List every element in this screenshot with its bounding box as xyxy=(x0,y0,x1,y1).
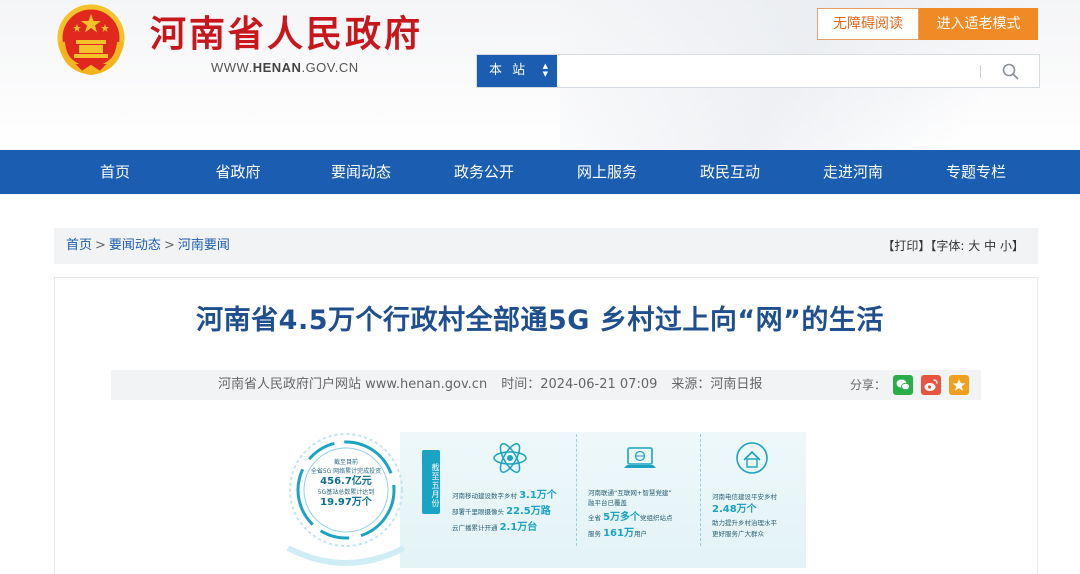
font-large-button[interactable]: 大 xyxy=(968,239,980,253)
stat-text: 部署千里眼摄像头 xyxy=(452,508,504,516)
time-label: 时间： xyxy=(501,377,541,392)
domain-prefix: WWW. xyxy=(211,60,253,75)
font-size-close: 】 xyxy=(1011,239,1024,253)
font-small-button[interactable]: 小 xyxy=(1000,239,1012,253)
stat-value: 2.48万个 xyxy=(712,504,757,515)
stat-text: 党组织站点 xyxy=(640,514,673,522)
stat-line: 部署千里眼摄像头 22.5万路 xyxy=(452,506,551,518)
stat-text: 河南移动建设数字乡村 xyxy=(452,492,517,500)
domain-suffix: .GOV.CN xyxy=(301,60,359,75)
origin-label: 来源： xyxy=(671,377,711,392)
nav-item-online-services[interactable]: 网上服务 xyxy=(557,150,657,194)
breadcrumb-separator: > xyxy=(163,238,175,253)
weibo-icon[interactable] xyxy=(921,375,941,395)
breadcrumb-home[interactable]: 首页 xyxy=(66,238,92,253)
article-infographic: 截至目前 全省5G 网络累计完成投资 456.7亿元 5G基站总数累计达到 19… xyxy=(280,428,806,574)
stat-text: 服务 xyxy=(588,530,601,538)
stat-text: 全省 xyxy=(588,514,601,522)
stat-value: 22.5万路 xyxy=(506,506,551,517)
ring-value-investment: 456.7亿元 xyxy=(320,476,372,487)
ring-line2: 全省5G 网络累计完成投资 xyxy=(310,468,382,475)
stat-line: 河南电信建设平安乡村 xyxy=(712,493,777,501)
breadcrumb-henan-news[interactable]: 河南要闻 xyxy=(178,238,230,253)
stats-column-unicom: 河南联通“互联网+智慧党建” 融平台已覆盖 全省 5万多个党组织站点 服务 16… xyxy=(588,432,698,568)
share-label: 分享： xyxy=(850,378,887,392)
font-size-label: 【字体: xyxy=(930,239,965,253)
search-icon[interactable] xyxy=(1000,61,1022,83)
nav-item-special-topics[interactable]: 专题专栏 xyxy=(926,150,1026,194)
ring-line1: 截至目前 xyxy=(333,459,358,466)
nav-item-interaction[interactable]: 政民互动 xyxy=(680,150,780,194)
stat-value: 161万 xyxy=(603,528,634,539)
site-title[interactable]: 河南省人民政府 xyxy=(150,12,423,56)
stats-column-telecom: 河南电信建设平安乡村 2.48万个 助力提升乡村治理水平 更好服务广大群众 xyxy=(712,432,806,568)
breadcrumb-bar: 首页 > 要闻动态 > 河南要闻 【打印】【字体: 大 中 小】 xyxy=(54,228,1038,264)
favorite-icon[interactable] xyxy=(949,375,969,395)
stat-line: 河南移动建设数字乡村 3.1万个 xyxy=(452,490,557,502)
stats-column-mobile: 河南移动建设数字乡村 3.1万个 部署千里眼摄像头 22.5万路 云广播累计开通… xyxy=(452,432,572,568)
nav-item-about-henan[interactable]: 走进河南 xyxy=(803,150,903,194)
domain-main: HENAN xyxy=(252,60,302,75)
search-input[interactable] xyxy=(557,55,977,87)
stat-line: 助力提升乡村治理水平 xyxy=(712,519,777,527)
period-tag: 截至五月份 xyxy=(422,450,440,514)
stat-text: 用户 xyxy=(633,530,647,538)
article-tools: 【打印】【字体: 大 中 小】 xyxy=(882,228,1024,264)
column-divider xyxy=(700,434,701,546)
wechat-icon[interactable] xyxy=(893,375,913,395)
breadcrumb: 首页 > 要闻动态 > 河南要闻 xyxy=(66,228,230,264)
column-divider xyxy=(576,434,577,546)
font-medium-button[interactable]: 中 xyxy=(984,239,996,253)
search-scope-select[interactable]: 本 站 ▲ ▼ xyxy=(477,55,557,87)
search-divider xyxy=(980,65,981,78)
accessibility-reading-button[interactable]: 无障碍阅读 xyxy=(817,8,919,40)
search-scope-label: 本 站 xyxy=(489,63,529,78)
article-title: 河南省4.5万个行政村全部通5G 乡村过上向“网”的生活 xyxy=(196,305,884,336)
breadcrumb-separator: > xyxy=(95,238,106,253)
nav-item-home[interactable]: 首页 xyxy=(65,150,165,194)
sort-arrows-icon: ▲ ▼ xyxy=(542,62,548,78)
main-nav: 首页 省政府 要闻动态 政务公开 网上服务 政民互动 走进河南 专题专栏 xyxy=(0,150,1080,194)
breadcrumb-news[interactable]: 要闻动态 xyxy=(109,238,161,253)
house-signal-icon xyxy=(736,442,768,474)
ring-stats: 截至目前 全省5G 网络累计完成投资 456.7亿元 5G基站总数累计达到 19… xyxy=(302,458,390,509)
print-button[interactable]: 【打印】 xyxy=(882,239,930,253)
stat-line: 服务 161万用户 xyxy=(588,528,647,540)
site-domain: WWW.HENAN.GOV.CN xyxy=(211,60,359,75)
publish-time: 2024-06-21 07:09 xyxy=(540,377,658,392)
nav-item-gov-affairs[interactable]: 政务公开 xyxy=(434,150,534,194)
stat-value: 5万多个 xyxy=(603,512,641,523)
stat-line: 全省 5万多个党组织站点 xyxy=(588,512,673,524)
laptop-globe-icon xyxy=(624,447,656,468)
stat-line: 2.48万个 xyxy=(712,504,757,516)
stat-line: 云广播累计开通 2.1万台 xyxy=(452,522,537,534)
source-site: 河南省人民政府门户网站 www.henan.gov.cn xyxy=(218,377,488,392)
nav-item-news[interactable]: 要闻动态 xyxy=(311,150,411,194)
elder-mode-button[interactable]: 进入适老模式 xyxy=(919,8,1038,40)
nav-item-province-gov[interactable]: 省政府 xyxy=(188,150,288,194)
article-meta: 河南省人民政府门户网站 www.henan.gov.cn 时间：2024-06-2… xyxy=(218,370,762,400)
article-meta-bar: 河南省人民政府门户网站 www.henan.gov.cn 时间：2024-06-2… xyxy=(111,370,981,400)
search-bar: 本 站 ▲ ▼ xyxy=(476,54,1040,88)
stat-value: 3.1万个 xyxy=(519,490,557,501)
stat-line: 融平台已覆盖 xyxy=(588,499,627,507)
national-emblem-icon[interactable] xyxy=(52,2,130,80)
stat-text: 云广播累计开通 xyxy=(452,524,498,532)
ring-line3: 5G基站总数累计达到 xyxy=(317,489,375,496)
stat-value: 2.1万台 xyxy=(499,522,538,533)
stat-line: 更好服务广大群众 xyxy=(712,530,764,538)
atom-network-icon xyxy=(493,443,527,473)
ring-value-base-stations: 19.97万个 xyxy=(320,497,372,508)
article-origin: 河南日报 xyxy=(710,377,763,392)
